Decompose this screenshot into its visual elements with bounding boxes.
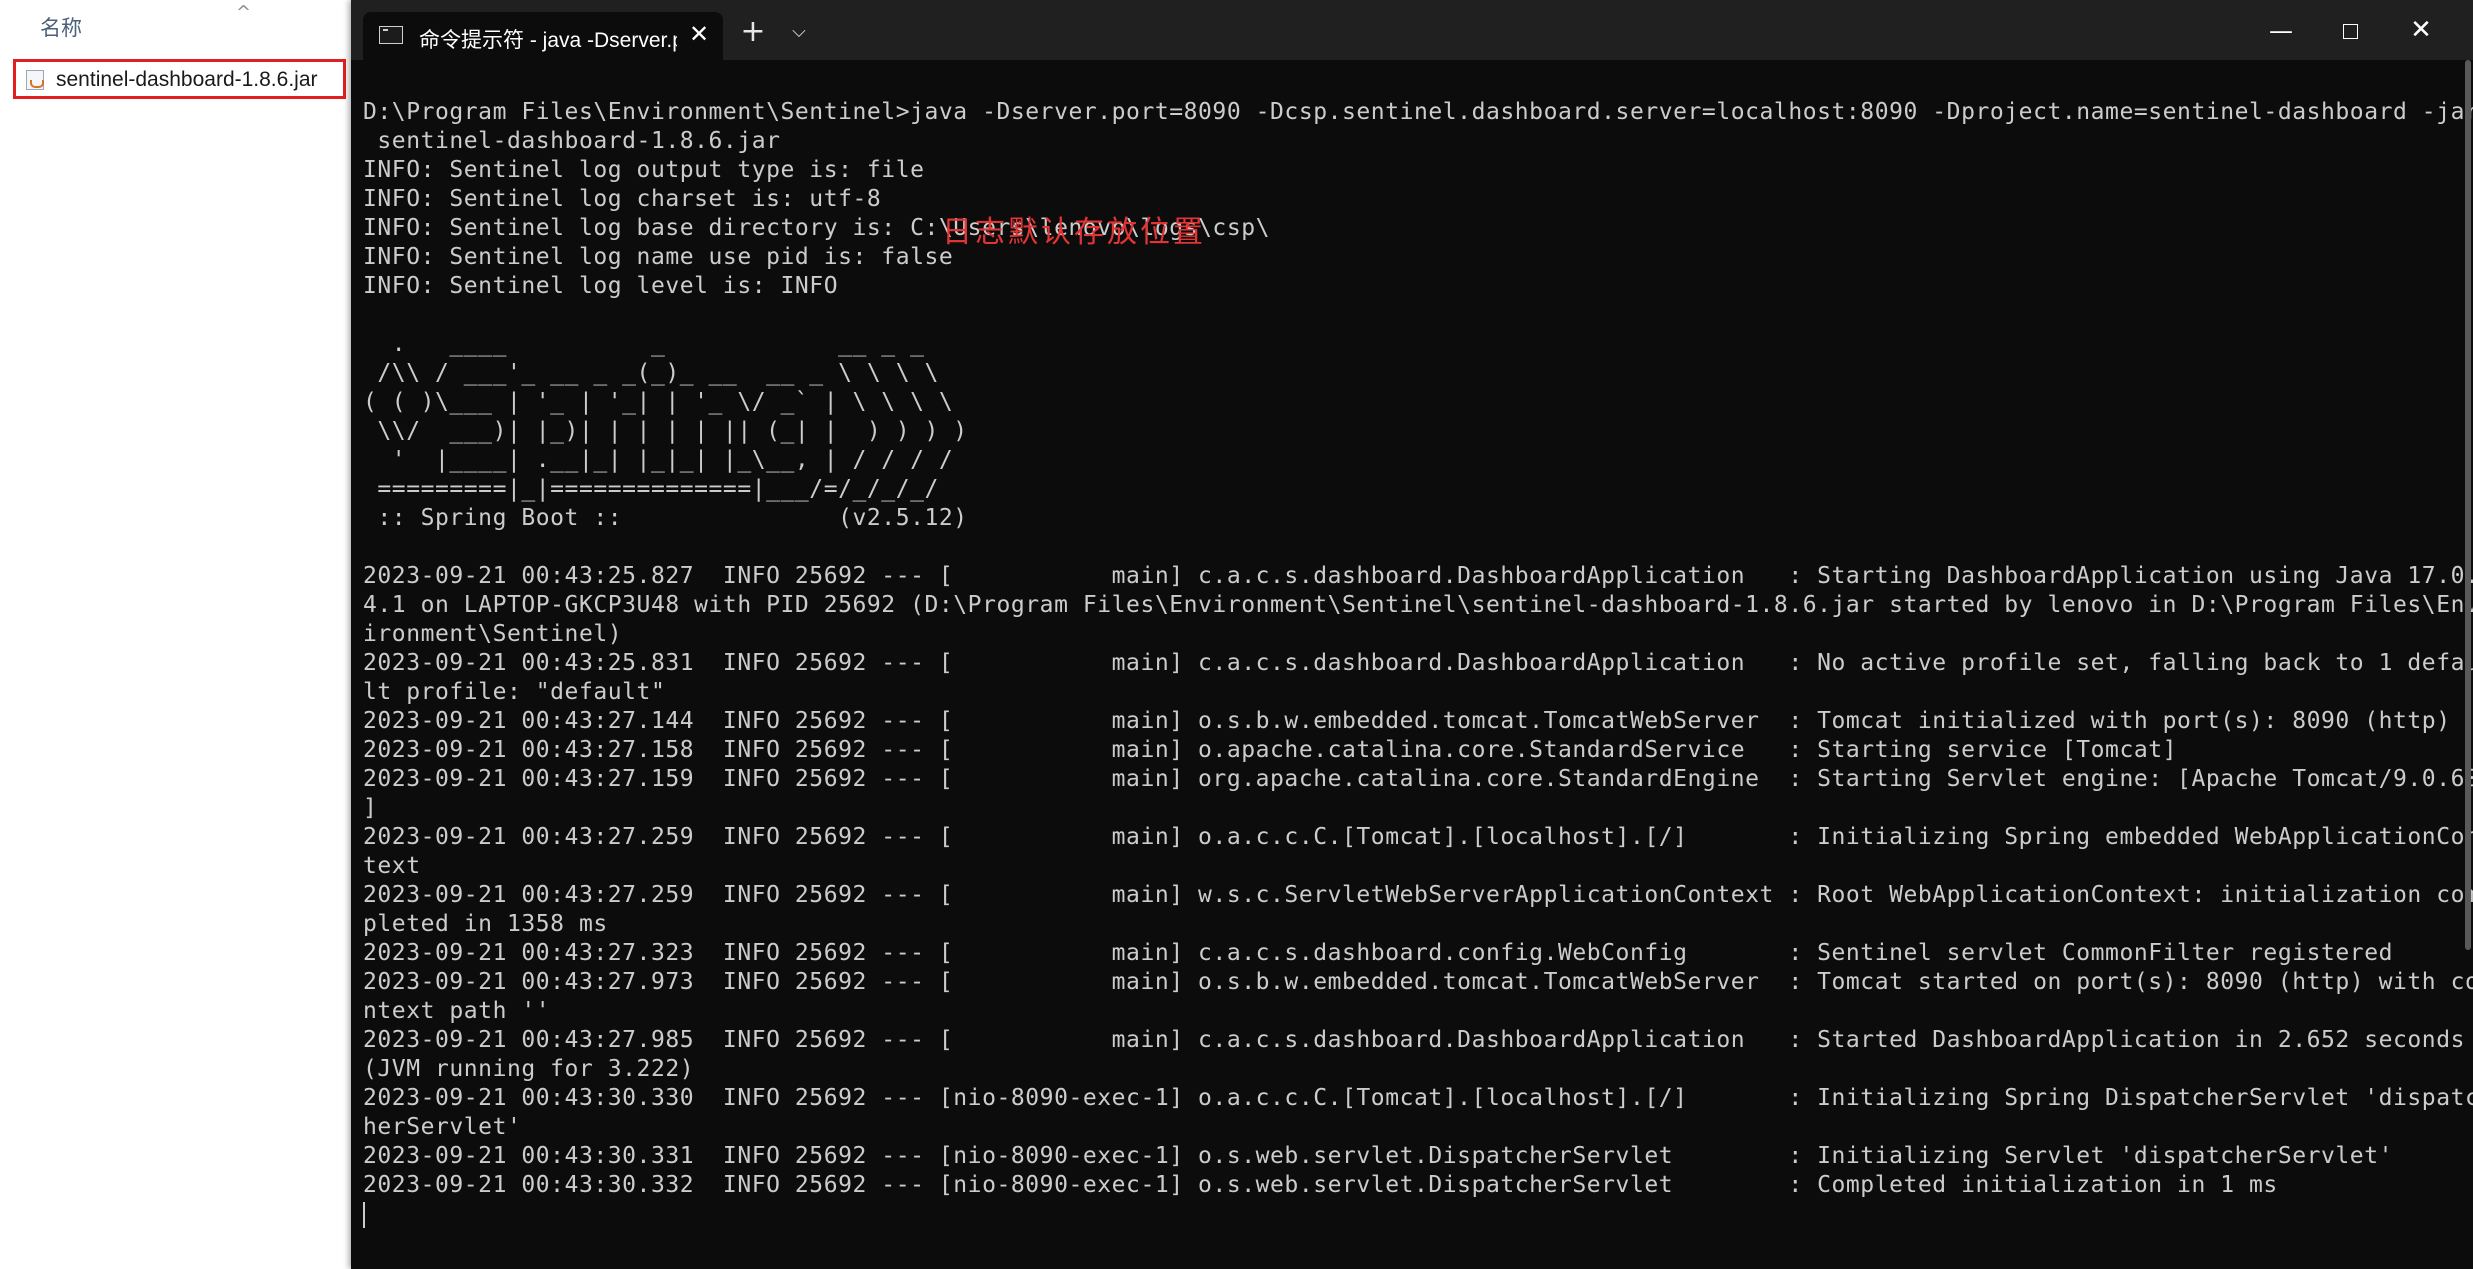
- chevron-down-icon[interactable]: ⌵: [781, 14, 817, 50]
- new-tab-button[interactable]: +: [735, 14, 771, 50]
- sort-ascending-icon: ^: [236, 2, 252, 23]
- column-header-row: 名称 ^: [0, 0, 353, 56]
- console-line: ]: [363, 795, 378, 821]
- console-line: ( ( )\___ | '_ | '_| | '_ \/ _` | \ \ \ …: [363, 389, 954, 415]
- console-line: 2023-09-21 00:43:27.259 INFO 25692 --- […: [363, 824, 2473, 850]
- title-bar: 命令提示符 - java -Dserver.port=8090 ✕ + ⌵ — …: [351, 0, 2473, 60]
- console-line: . ____ _ __ _ _: [363, 331, 925, 357]
- minimize-button[interactable]: —: [2259, 14, 2303, 48]
- scrollbar[interactable]: [2465, 60, 2471, 950]
- console-line: INFO: Sentinel log name use pid is: fals…: [363, 244, 954, 270]
- console-line: /\\ / ___'_ __ _ _(_)_ __ __ _ \ \ \ \: [363, 360, 939, 386]
- console-line: 2023-09-21 00:43:27.159 INFO 25692 --- […: [363, 766, 2473, 792]
- console-line: text: [363, 853, 421, 879]
- console-line: (JVM running for 3.222): [363, 1056, 695, 1082]
- terminal-tab[interactable]: 命令提示符 - java -Dserver.port=8090 ✕: [363, 12, 723, 60]
- prompt-line[interactable]: [363, 1200, 2431, 1229]
- tab-title: 命令提示符 - java -Dserver.port=8090: [419, 29, 677, 52]
- name-column-header[interactable]: 名称: [40, 12, 82, 42]
- jar-file-icon: [26, 70, 44, 90]
- console-line: INFO: Sentinel log output type is: file: [363, 157, 925, 183]
- console-line: ntext path '': [363, 998, 551, 1024]
- console-line: INFO: Sentinel log level is: INFO: [363, 273, 839, 299]
- console-line: ' |____| .__|_| |_|_| |_\__, | / / / /: [363, 447, 954, 473]
- cmd-icon: [379, 26, 403, 44]
- console-line: INFO: Sentinel log base directory is: C:…: [363, 215, 1271, 241]
- file-list-item[interactable]: sentinel-dashboard-1.8.6.jar: [13, 59, 346, 99]
- console-line: =========|_|==============|___/=/_/_/_/: [363, 476, 939, 502]
- close-button[interactable]: ✕: [2399, 12, 2443, 48]
- console-line: 2023-09-21 00:43:27.158 INFO 25692 --- […: [363, 737, 2178, 763]
- console-line: 2023-09-21 00:43:27.144 INFO 25692 --- […: [363, 708, 2451, 734]
- console-line: ironment\Sentinel): [363, 621, 623, 647]
- console-line: 2023-09-21 00:43:25.827 INFO 25692 --- […: [363, 563, 2473, 589]
- terminal-window: 命令提示符 - java -Dserver.port=8090 ✕ + ⌵ — …: [351, 0, 2473, 1269]
- console-line: 2023-09-21 00:43:30.331 INFO 25692 --- […: [363, 1143, 2393, 1169]
- console-line: pleted in 1358 ms: [363, 911, 608, 937]
- console-line: lt profile: "default": [363, 679, 666, 705]
- console-line: \\/ ___)| |_)| | | | | || (_| | ) ) ) ): [363, 418, 968, 444]
- console-line: 4.1 on LAPTOP-GKCP3U48 with PID 25692 (D…: [363, 592, 2473, 618]
- console-line: 2023-09-21 00:43:30.330 INFO 25692 --- […: [363, 1085, 2473, 1111]
- text-cursor: [363, 1201, 365, 1228]
- console-line: 2023-09-21 00:43:27.973 INFO 25692 --- […: [363, 969, 2473, 995]
- console-output[interactable]: D:\Program Files\Environment\Sentinel>ja…: [363, 98, 2473, 1258]
- maximize-button[interactable]: [2327, 14, 2371, 48]
- console-line: 2023-09-21 00:43:30.332 INFO 25692 --- […: [363, 1172, 2278, 1198]
- console-line: 2023-09-21 00:43:27.323 INFO 25692 --- […: [363, 940, 2393, 966]
- console-line: herServlet': [363, 1114, 522, 1140]
- console-line: 2023-09-21 00:43:27.985 INFO 25692 --- […: [363, 1027, 2465, 1053]
- console-line: sentinel-dashboard-1.8.6.jar: [363, 128, 781, 154]
- file-explorer-pane: 名称 ^ sentinel-dashboard-1.8.6.jar: [0, 0, 354, 820]
- console-line: 2023-09-21 00:43:25.831 INFO 25692 --- […: [363, 650, 2473, 676]
- annotation-label: 日志默认存放位置: [942, 215, 1206, 250]
- file-name: sentinel-dashboard-1.8.6.jar: [56, 68, 318, 91]
- console-line: :: Spring Boot :: (v2.5.12): [363, 505, 968, 531]
- tab-close-icon[interactable]: ✕: [685, 18, 713, 50]
- console-line: INFO: Sentinel log charset is: utf-8: [363, 186, 882, 212]
- console-line: D:\Program Files\Environment\Sentinel>ja…: [363, 99, 2473, 125]
- console-line: 2023-09-21 00:43:27.259 INFO 25692 --- […: [363, 882, 2473, 908]
